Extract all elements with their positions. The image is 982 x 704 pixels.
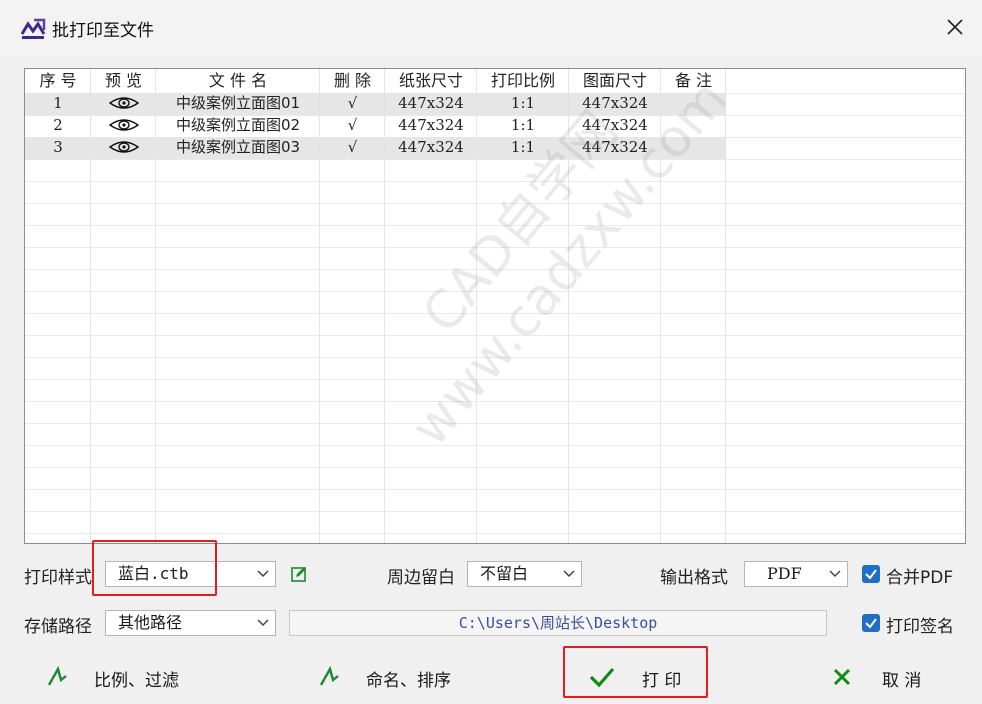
column-header[interactable]: 序 号: [25, 70, 91, 92]
table-cell-paper: 447x324: [398, 94, 464, 112]
close-icon[interactable]: [944, 16, 966, 38]
table-cell-drawing: 447x324: [582, 94, 648, 112]
grid-row-line: [25, 203, 965, 204]
scale-filter-button[interactable]: 比例、过滤: [40, 656, 240, 696]
grid-row-line: [25, 489, 965, 490]
output-format-label: 输出格式: [660, 568, 728, 588]
column-header[interactable]: 纸张尺寸: [385, 70, 477, 92]
grid-row-line: [25, 401, 965, 402]
column-header[interactable]: 图面尺寸: [569, 70, 661, 92]
grid-row-line: [25, 291, 965, 292]
table-cell-note: [661, 136, 726, 158]
table-cell-scale: 1:1: [510, 116, 536, 134]
check-icon: [865, 569, 877, 580]
save-path-select[interactable]: 其他路径: [105, 610, 276, 636]
table-cell-paper: 447x324: [398, 116, 464, 134]
scale-filter-label: 比例、过滤: [94, 671, 179, 691]
chevron-down-icon: [563, 570, 575, 578]
grid-row-line: [25, 313, 965, 314]
grid-row-line: [25, 423, 965, 424]
table-cell-name: 中级案例立面图02: [175, 116, 301, 134]
table-cell-paper: 447x324: [398, 138, 464, 156]
eye-icon[interactable]: [91, 114, 156, 136]
highlight-box-print: [563, 646, 708, 698]
save-path-field[interactable]: C:\Users\周站长\Desktop: [289, 610, 827, 636]
output-format-select[interactable]: PDF: [744, 561, 848, 587]
save-path-value: 其他路径: [118, 613, 183, 632]
table-cell-note: [661, 92, 726, 114]
table-cell-delete[interactable]: √: [320, 92, 385, 114]
table-cell-scale: 1:1: [510, 138, 536, 156]
grid-row-line: [25, 181, 965, 182]
grid-row-line: [25, 379, 965, 380]
grid-row-line: [25, 269, 965, 270]
check-icon: [865, 618, 877, 629]
angle-arrow-icon: [47, 666, 67, 686]
grid-row-line: [25, 225, 965, 226]
chevron-down-icon: [257, 619, 269, 627]
table-cell-no: 1: [53, 94, 63, 112]
cancel-label: 取 消: [882, 671, 922, 691]
column-header[interactable]: 打印比例: [477, 70, 569, 92]
column-header[interactable]: 预 览: [91, 70, 156, 92]
column-header[interactable]: 文 件 名: [156, 70, 320, 92]
grid-row-line: [25, 533, 965, 534]
mxsteel-logo-icon: [20, 18, 46, 39]
grid-row-line: [25, 159, 965, 160]
grid-row-line: [25, 467, 965, 468]
cancel-button[interactable]: 取 消: [826, 656, 966, 696]
title-bar: 批打印至文件: [0, 0, 982, 56]
table-cell-drawing: 447x324: [582, 138, 648, 156]
chevron-down-icon: [257, 570, 269, 578]
table-cell-scale: 1:1: [510, 94, 536, 112]
chevron-down-icon: [829, 570, 841, 578]
table-cell-no: 2: [53, 116, 63, 134]
save-path-label: 存储路径: [24, 617, 92, 637]
merge-pdf-label: 合并PDF: [886, 568, 954, 588]
margin-label: 周边留白: [387, 568, 455, 588]
table-cell-delete[interactable]: √: [320, 114, 385, 136]
table-cell-delete[interactable]: √: [320, 136, 385, 158]
cross-icon: [833, 668, 851, 686]
table-cell-note: [661, 114, 726, 136]
output-format-value: PDF: [767, 564, 802, 583]
grid-row-line: [25, 335, 965, 336]
file-table[interactable]: 序 号预 览文 件 名删 除纸张尺寸 打印比例 图面尺寸备 注 1 中级案例立面图01 √…: [24, 68, 966, 544]
print-signature-checkbox[interactable]: [862, 614, 880, 632]
print-signature-label: 打印签名: [886, 617, 954, 637]
column-header[interactable]: 备 注: [661, 70, 726, 92]
margin-select[interactable]: 不留白: [467, 561, 582, 587]
table-cell-name: 中级案例立面图03: [175, 138, 301, 156]
column-header[interactable]: 删 除: [320, 70, 385, 92]
table-cell-no: 3: [53, 138, 63, 156]
edit-icon[interactable]: [290, 565, 308, 583]
table-cell-name: 中级案例立面图01: [175, 94, 301, 112]
grid-row-line: [25, 445, 965, 446]
grid-row-line: [25, 511, 965, 512]
grid-row-line: [25, 357, 965, 358]
margin-value: 不留白: [480, 564, 529, 583]
eye-icon[interactable]: [91, 136, 156, 158]
rename-sort-button[interactable]: 命名、排序: [314, 656, 514, 696]
rename-sort-label: 命名、排序: [366, 671, 451, 691]
eye-icon[interactable]: [91, 92, 156, 114]
print-style-label: 打印样式: [24, 568, 92, 588]
angle-arrow-icon: [319, 666, 339, 686]
grid-row-line: [25, 247, 965, 248]
table-cell-drawing: 447x324: [582, 116, 648, 134]
merge-pdf-checkbox[interactable]: [862, 565, 880, 583]
highlight-box-print-style: [92, 540, 217, 596]
window-title: 批打印至文件: [52, 21, 154, 41]
